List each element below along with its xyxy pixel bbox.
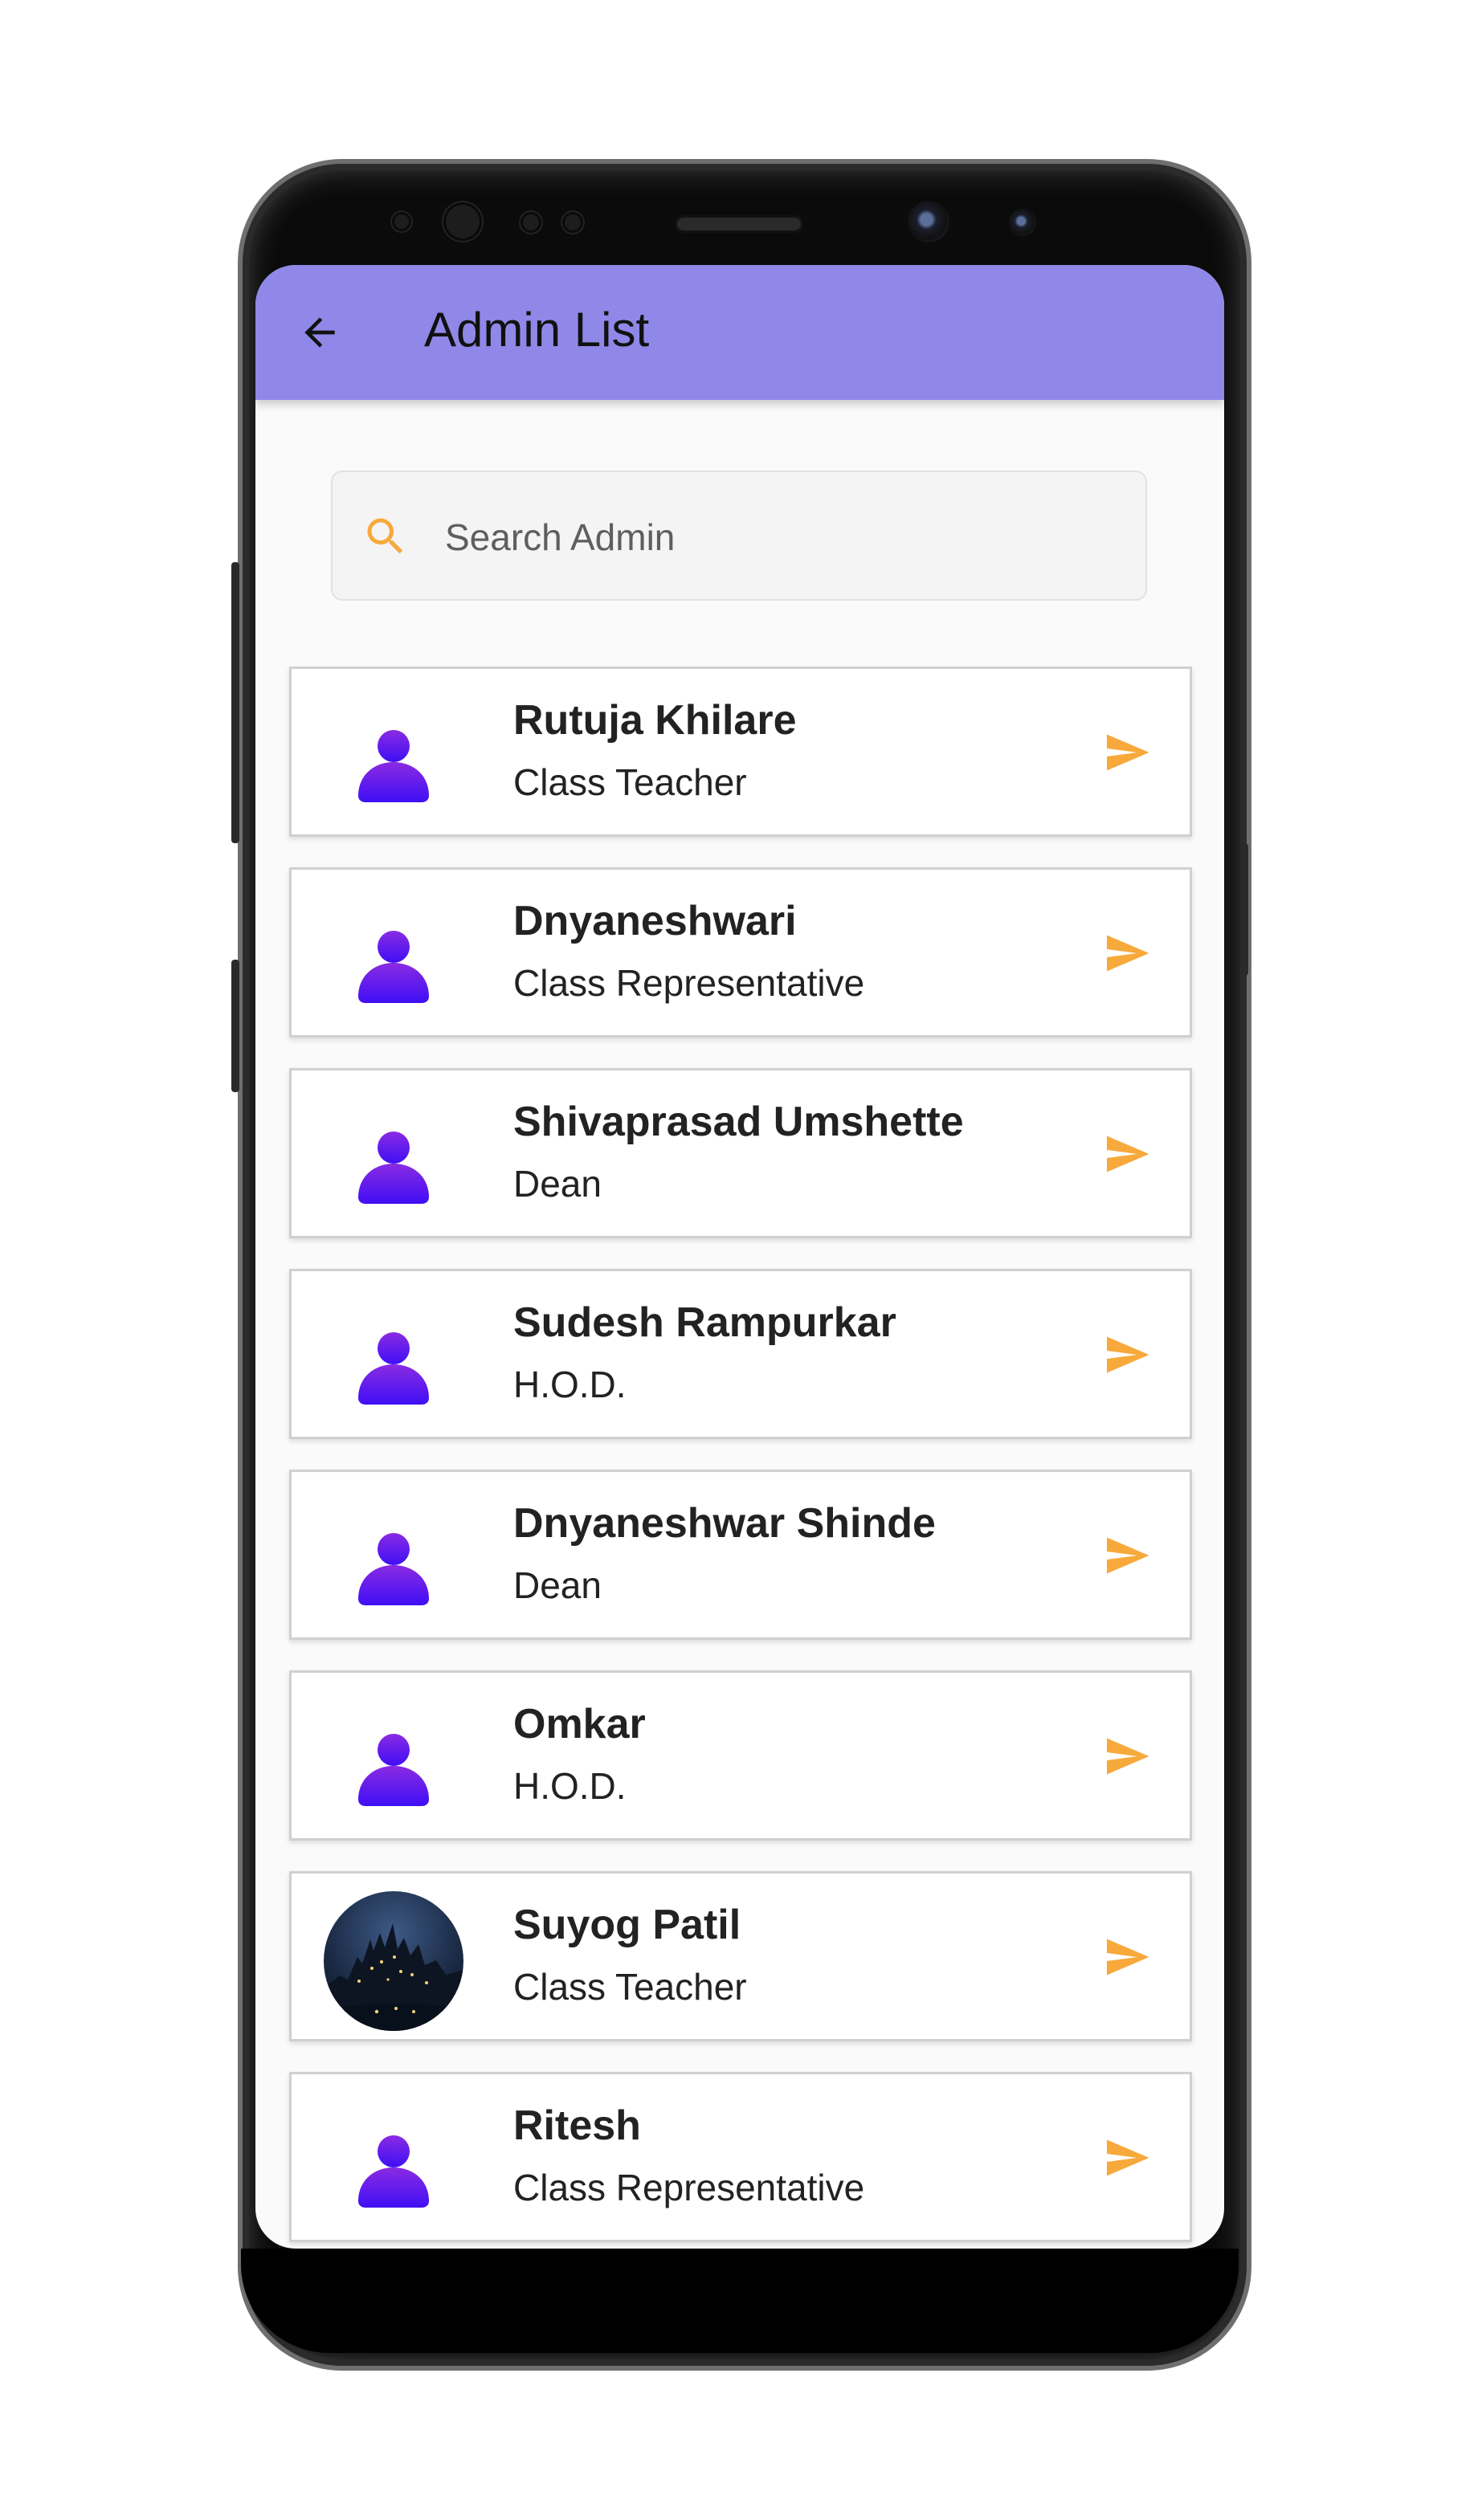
sensor-dot bbox=[521, 212, 541, 233]
admin-role: Class Teacher bbox=[513, 1966, 747, 2008]
person-icon bbox=[324, 1690, 463, 1830]
send-icon[interactable] bbox=[1100, 1933, 1154, 1981]
admin-name: Dnyaneshwari bbox=[513, 898, 797, 944]
admin-name: Suyog Patil bbox=[513, 1902, 741, 1948]
admin-name: Dnyaneshwar Shinde bbox=[513, 1500, 936, 1547]
bottom-bezel bbox=[241, 2249, 1239, 2353]
admin-role: Dean bbox=[513, 1163, 602, 1205]
admin-card[interactable]: Rutuja Khilare Class Teacher bbox=[289, 667, 1192, 837]
page-title: Admin List bbox=[424, 303, 650, 357]
earpiece-speaker bbox=[675, 215, 803, 233]
admin-name: Ritesh bbox=[513, 2102, 641, 2149]
iris-sensor bbox=[1009, 209, 1036, 236]
admin-name: Rutuja Khilare bbox=[513, 697, 797, 744]
admin-card[interactable]: Ritesh Class Representative bbox=[289, 2072, 1192, 2242]
admin-name: Shivaprasad Umshette bbox=[513, 1099, 964, 1145]
front-camera bbox=[908, 201, 949, 243]
admin-card[interactable]: Omkar H.O.D. bbox=[289, 1670, 1192, 1841]
send-icon[interactable] bbox=[1100, 728, 1154, 777]
admin-name: Omkar bbox=[513, 1701, 646, 1747]
profile-photo bbox=[324, 1891, 463, 2031]
admin-role: Class Teacher bbox=[513, 761, 747, 803]
screen: Admin List Rutuja Khilare Class Teacher … bbox=[255, 265, 1224, 2249]
sensor-dot bbox=[443, 202, 482, 241]
admin-card[interactable]: Sudesh Rampurkar H.O.D. bbox=[289, 1269, 1192, 1439]
admin-card[interactable]: Dnyaneshwari Class Representative bbox=[289, 867, 1192, 1038]
admin-role: H.O.D. bbox=[513, 1765, 627, 1807]
power-button bbox=[1240, 843, 1248, 976]
person-icon bbox=[324, 2092, 463, 2232]
admin-role: H.O.D. bbox=[513, 1364, 627, 1405]
app-bar: Admin List bbox=[255, 265, 1224, 400]
send-icon[interactable] bbox=[1100, 1130, 1154, 1178]
person-icon bbox=[324, 687, 463, 826]
send-icon[interactable] bbox=[1100, 1331, 1154, 1379]
arrow-left-icon[interactable] bbox=[297, 310, 342, 355]
admin-card[interactable]: Shivaprasad Umshette Dean bbox=[289, 1068, 1192, 1238]
person-icon bbox=[324, 1088, 463, 1228]
sensor-dot bbox=[392, 212, 411, 231]
admin-card[interactable]: Dnyaneshwar Shinde Dean bbox=[289, 1470, 1192, 1640]
send-icon[interactable] bbox=[1100, 2134, 1154, 2182]
admin-role: Class Representative bbox=[513, 962, 865, 1004]
send-icon[interactable] bbox=[1100, 929, 1154, 977]
volume-down-button bbox=[231, 960, 239, 1092]
person-icon bbox=[324, 1289, 463, 1429]
search-box[interactable] bbox=[331, 471, 1147, 601]
send-icon[interactable] bbox=[1100, 1531, 1154, 1580]
admin-role: Dean bbox=[513, 1564, 602, 1606]
volume-up-button bbox=[231, 562, 239, 843]
search-input[interactable] bbox=[443, 504, 1105, 570]
person-icon bbox=[324, 1490, 463, 1629]
person-icon bbox=[324, 887, 463, 1027]
admin-card[interactable]: Suyog Patil Class Teacher bbox=[289, 1871, 1192, 2041]
search-icon bbox=[367, 518, 403, 554]
sensor-dot bbox=[562, 212, 583, 233]
admin-role: Class Representative bbox=[513, 2167, 865, 2208]
send-icon[interactable] bbox=[1100, 1732, 1154, 1780]
admin-name: Sudesh Rampurkar bbox=[513, 1299, 896, 1346]
